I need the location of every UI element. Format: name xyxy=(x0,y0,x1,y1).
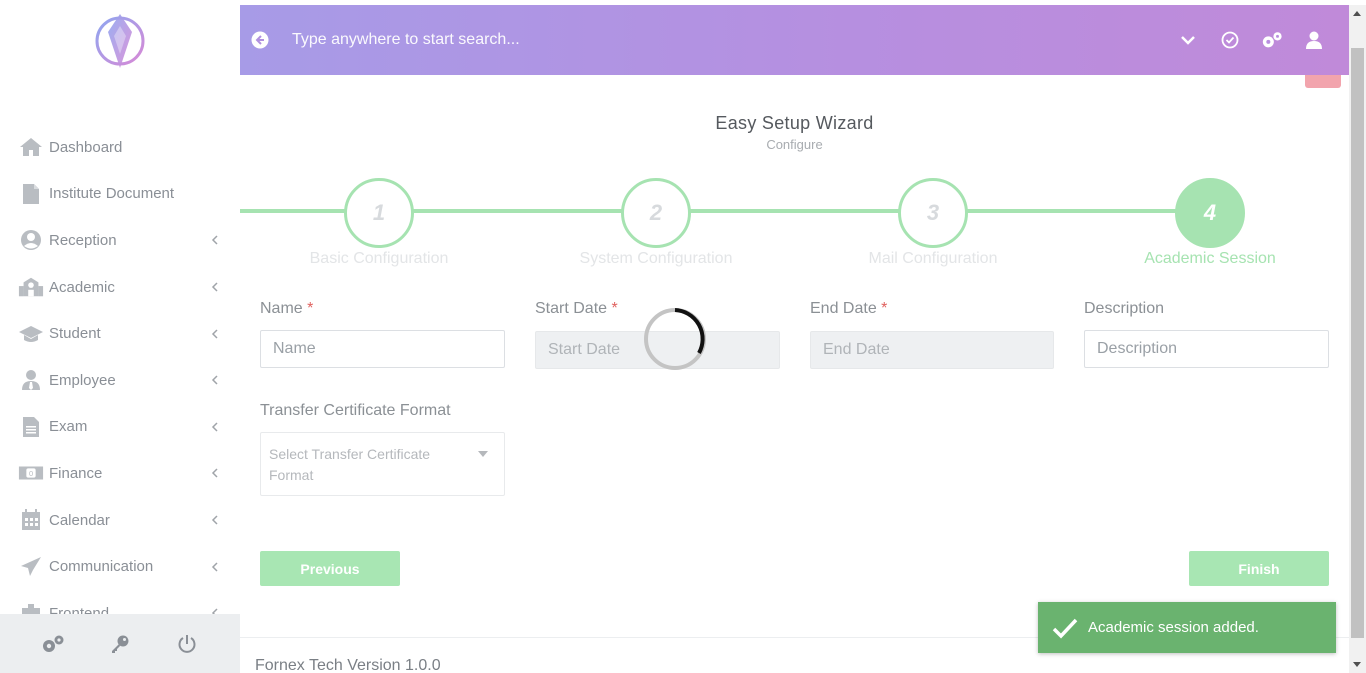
sidebar-item-calendar[interactable]: Calendar xyxy=(0,497,240,544)
sidebar-item-academic[interactable]: Academic xyxy=(0,264,240,311)
user-icon[interactable] xyxy=(1303,29,1325,51)
header-icons xyxy=(1177,5,1325,75)
page-scrollbar[interactable] xyxy=(1349,5,1366,673)
money-icon: 0 xyxy=(18,462,44,484)
sidebar-item-label: Finance xyxy=(49,464,103,482)
user-tie-icon xyxy=(18,369,44,391)
step-3-circle[interactable]: 3 xyxy=(898,178,968,248)
power-icon[interactable] xyxy=(174,631,200,657)
page-subtitle: Configure xyxy=(766,137,823,152)
graduation-cap-icon xyxy=(18,323,44,345)
chevron-left-icon xyxy=(211,329,218,339)
tc-format-placeholder: Select Transfer Certificate Format xyxy=(269,446,431,483)
school-icon xyxy=(18,276,44,298)
sidebar-item-label: Dashboard xyxy=(49,138,123,156)
file-text-icon xyxy=(18,416,44,438)
sidebar-item-communication[interactable]: Communication xyxy=(0,543,240,590)
top-header xyxy=(240,5,1349,75)
step-3-label: Mail Configuration xyxy=(868,250,998,267)
chevron-down-icon[interactable] xyxy=(1177,29,1199,51)
building-icon xyxy=(18,602,44,614)
sidebar-item-label: Student xyxy=(49,325,101,343)
sidebar-footer xyxy=(0,614,240,673)
chevron-left-icon xyxy=(211,468,218,478)
description-field[interactable] xyxy=(1084,330,1329,368)
search-input[interactable] xyxy=(292,31,992,49)
sidebar-item-label: Academic xyxy=(49,278,115,296)
tc-format-label-text: Transfer Certificate Format xyxy=(260,402,451,419)
end-date-label: End Date * xyxy=(810,300,887,318)
sidebar-item-label: Reception xyxy=(49,231,117,249)
step-2-label: System Configuration xyxy=(579,250,733,267)
step-4-circle[interactable]: 4 xyxy=(1175,178,1245,248)
sidebar-item-label: Calendar xyxy=(49,511,110,529)
sidebar-item-exam[interactable]: Exam xyxy=(0,404,240,451)
sidebar-item-institute-document[interactable]: Institute Document xyxy=(0,171,240,218)
back-arrow-icon[interactable] xyxy=(251,31,269,49)
sidebar-item-employee[interactable]: Employee xyxy=(0,357,240,404)
tc-format-select[interactable]: Select Transfer Certificate Format xyxy=(260,432,505,496)
description-label: Description xyxy=(1084,300,1164,318)
chevron-left-icon xyxy=(211,282,218,292)
sidebar: Dashboard Institute Document Reception A… xyxy=(0,0,240,673)
page-title: Easy Setup Wizard xyxy=(715,113,874,133)
loading-spinner-icon xyxy=(644,308,706,370)
step-2-circle[interactable]: 2 xyxy=(621,178,691,248)
end-date-field[interactable] xyxy=(810,331,1054,369)
paper-plane-icon xyxy=(18,556,44,578)
success-toast[interactable]: Academic session added. xyxy=(1038,602,1336,653)
chevron-left-icon xyxy=(211,375,218,385)
check-circle-icon[interactable] xyxy=(1219,29,1241,51)
sidebar-item-label: Communication xyxy=(49,558,154,576)
scroll-down-icon[interactable] xyxy=(1353,662,1361,667)
document-icon xyxy=(18,183,44,205)
dropdown-caret-icon xyxy=(478,451,488,457)
sidebar-item-reception[interactable]: Reception xyxy=(0,217,240,264)
required-mark: * xyxy=(881,300,888,317)
sidebar-item-finance[interactable]: 0 Finance xyxy=(0,450,240,497)
name-label-text: Name xyxy=(260,300,303,317)
sidebar-item-label: Institute Document xyxy=(49,185,175,203)
sidebar-item-label: Employee xyxy=(49,371,116,389)
settings-icon[interactable] xyxy=(40,631,66,657)
start-date-label-text: Start Date xyxy=(535,300,608,317)
start-date-label: Start Date * xyxy=(535,300,618,318)
app-logo[interactable] xyxy=(92,12,148,70)
end-date-label-text: End Date xyxy=(810,300,877,317)
scrollbar-thumb[interactable] xyxy=(1351,48,1364,638)
chevron-left-icon xyxy=(211,235,218,246)
finish-button[interactable]: Finish xyxy=(1189,551,1329,586)
name-field[interactable] xyxy=(260,330,505,368)
required-mark: * xyxy=(307,300,314,317)
toast-message: Academic session added. xyxy=(1088,619,1259,636)
sidebar-item-label: Exam xyxy=(49,418,88,436)
cogs-icon[interactable] xyxy=(1261,29,1283,51)
required-mark: * xyxy=(611,300,618,317)
step-1-label: Basic Configuration xyxy=(309,250,449,267)
user-circle-icon xyxy=(18,229,44,251)
home-icon xyxy=(18,136,44,158)
check-icon xyxy=(1052,618,1078,639)
name-label: Name * xyxy=(260,300,313,318)
version-text: Fornex Tech Version 1.0.0 xyxy=(255,657,441,673)
step-4-label: Academic Session xyxy=(1144,250,1276,267)
tc-format-label: Transfer Certificate Format xyxy=(260,402,451,420)
sidebar-menu: Dashboard Institute Document Reception A… xyxy=(0,124,240,614)
svg-text:0: 0 xyxy=(29,470,33,479)
sidebar-item-student[interactable]: Student xyxy=(0,310,240,357)
scroll-up-icon[interactable] xyxy=(1353,11,1361,16)
chevron-left-icon xyxy=(211,515,218,525)
sidebar-item-dashboard[interactable]: Dashboard xyxy=(0,124,240,171)
alert-chip[interactable] xyxy=(1305,75,1341,88)
chevron-left-icon xyxy=(211,422,218,432)
chevron-left-icon xyxy=(211,562,218,572)
step-1-circle[interactable]: 1 xyxy=(344,178,414,248)
wizard-header: Easy Setup Wizard Configure xyxy=(240,113,1349,152)
previous-button[interactable]: Previous xyxy=(260,551,400,586)
calendar-icon xyxy=(18,509,44,531)
sidebar-item-frontend[interactable]: Frontend xyxy=(0,590,240,614)
key-icon[interactable] xyxy=(107,631,133,657)
sidebar-item-label: Frontend xyxy=(49,604,110,614)
description-label-text: Description xyxy=(1084,300,1165,317)
